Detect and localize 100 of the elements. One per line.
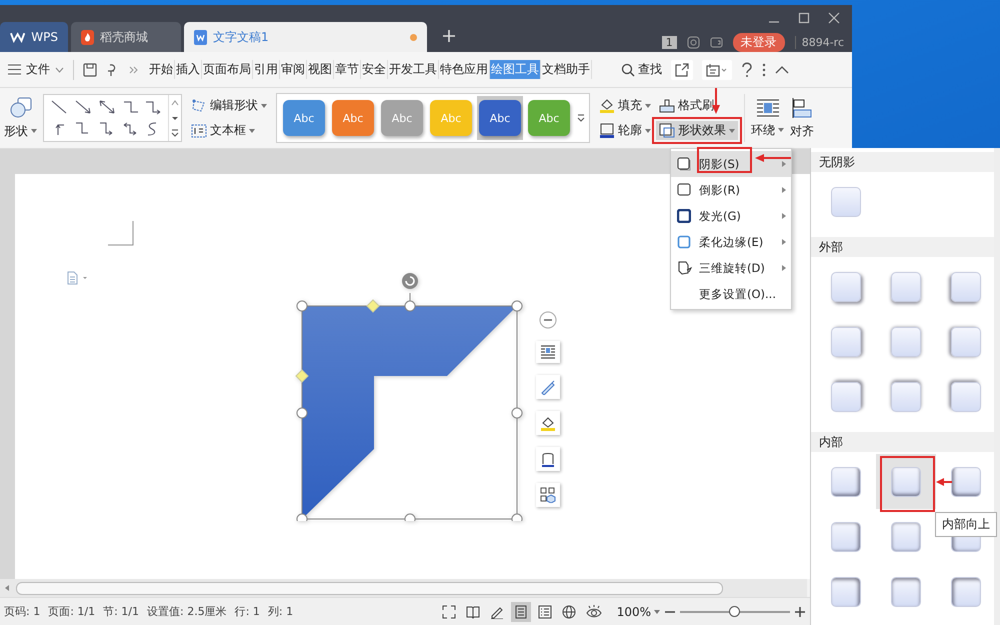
edit-shape-button[interactable]: 编辑形状	[188, 96, 270, 115]
caret-icon	[645, 128, 651, 132]
shape-effects-button[interactable]: 形状效果	[656, 121, 738, 140]
ribbon-tab[interactable]: 页面布局	[202, 60, 253, 79]
align-left-icon	[791, 96, 813, 118]
search-button[interactable]: 查找	[621, 61, 662, 78]
scroll-up-icon[interactable]	[171, 98, 179, 107]
reflection-icon	[677, 183, 691, 197]
submenu-arrow-icon	[782, 213, 786, 219]
ribbon-tab[interactable]: 视图	[307, 60, 334, 79]
window-icon[interactable]	[710, 36, 723, 49]
menu-icon	[8, 64, 21, 75]
collapse-icon[interactable]	[775, 65, 789, 74]
share-icon	[675, 62, 689, 76]
button-label: 形状	[4, 122, 28, 140]
horizontal-scrollbar[interactable]	[0, 579, 807, 597]
align-button[interactable]: 对齐	[790, 96, 814, 140]
menu-item[interactable]: 倒影(R)	[671, 177, 791, 203]
globe-icon	[562, 604, 576, 618]
text-box-icon	[191, 124, 207, 138]
pointer-arrow	[755, 153, 791, 163]
document-icon	[194, 30, 207, 44]
collapse-toolbar-icon[interactable]	[539, 311, 557, 329]
paint-bucket-icon	[599, 98, 615, 113]
button-label: 对齐	[790, 122, 814, 140]
fill-button[interactable]: 填充	[596, 96, 654, 115]
shadow-icon	[677, 157, 691, 171]
ribbon-tab[interactable]: 引用	[253, 60, 280, 79]
submenu-arrow-icon	[782, 265, 786, 271]
submenu-arrow-icon	[782, 187, 786, 193]
document-tab[interactable]: 文字文稿1	[184, 22, 427, 52]
toolbox-button[interactable]	[702, 60, 732, 80]
outline-button[interactable]	[536, 447, 560, 471]
shapes-icon	[8, 96, 32, 118]
more-icon[interactable]	[762, 62, 766, 76]
text-box-button[interactable]: 文本框	[188, 121, 270, 140]
menu-item[interactable]: 更多设置(O)...	[671, 281, 791, 307]
ribbon-tab[interactable]: 文档助手	[541, 60, 592, 79]
zoom-in-icon[interactable]	[794, 606, 806, 618]
ribbon-tab[interactable]: 开始	[148, 60, 175, 79]
menu-item[interactable]: 柔化边缘(E)	[671, 229, 791, 255]
menu-item[interactable]: 发光(G)	[671, 203, 791, 229]
status-text: 行: 1	[234, 604, 261, 619]
ribbon-tab[interactable]: 插入	[175, 60, 202, 79]
search-icon	[621, 62, 635, 76]
expand-gallery-icon[interactable]	[577, 113, 585, 123]
zoom-level-dropdown[interactable]: 100%	[616, 604, 660, 618]
fill-button[interactable]	[536, 411, 560, 435]
outline-button[interactable]: 轮廓	[596, 121, 654, 140]
file-menu[interactable]: 文件	[8, 61, 64, 78]
status-text: 设置值: 2.5厘米	[147, 604, 228, 619]
wps-logo-icon	[10, 31, 26, 43]
ribbon-tab[interactable]: 章节	[334, 60, 361, 79]
submenu-arrow-icon	[782, 161, 786, 167]
user-id: 8894-rc	[794, 36, 844, 49]
close-icon[interactable]	[828, 12, 840, 24]
expand-gallery-icon[interactable]	[171, 129, 179, 138]
pointer-arrow	[936, 477, 952, 487]
save-icon[interactable]	[83, 62, 97, 76]
fullscreen-icon	[442, 604, 456, 618]
edit-points-icon	[191, 98, 207, 112]
chevron-down-icon	[55, 66, 64, 72]
skin-icon[interactable]	[686, 36, 700, 49]
maximize-icon[interactable]	[798, 12, 810, 24]
ribbon-tab[interactable]: 安全	[361, 60, 388, 79]
login-button[interactable]: 未登录	[732, 33, 785, 52]
line-style-button[interactable]	[536, 375, 560, 399]
menu-item[interactable]: 三维旋转(D)	[671, 255, 791, 281]
list-icon	[538, 604, 552, 618]
more-chevron-icon[interactable]	[129, 64, 139, 74]
effects-icon	[659, 123, 675, 138]
scrollbar-thumb[interactable]	[16, 582, 723, 594]
help-icon[interactable]	[741, 62, 753, 78]
pen-icon	[490, 604, 504, 618]
menu-item[interactable]: 阴影(S)	[671, 151, 791, 177]
wrap-button[interactable]: 环绕	[751, 98, 784, 138]
ribbon-tab[interactable]: 开发工具	[388, 60, 439, 79]
scroll-left-icon[interactable]	[4, 584, 10, 592]
ribbon-tab[interactable]: 审阅	[280, 60, 307, 79]
layout-options-button[interactable]	[536, 341, 560, 363]
caret-icon	[654, 610, 660, 614]
shape-style-swatch[interactable]: Abc	[479, 100, 521, 136]
shape-button[interactable]: 形状	[4, 96, 37, 140]
caret-icon	[729, 128, 735, 132]
format-painter-button[interactable]: 格式刷	[656, 96, 738, 115]
status-text: 页面: 1/1	[48, 604, 96, 619]
book-icon	[466, 604, 480, 618]
text-wrap-icon	[756, 98, 780, 118]
document-tab[interactable]: WPS	[0, 22, 68, 52]
new-tab-icon[interactable]	[442, 28, 456, 42]
submenu-arrow-icon	[782, 239, 786, 245]
pen-icon	[540, 379, 556, 395]
slider-thumb[interactable]	[729, 606, 740, 616]
caret-icon	[261, 104, 267, 108]
share-button[interactable]	[671, 60, 693, 80]
document-tab[interactable]: 稻壳商城	[71, 22, 181, 52]
paint-bucket-icon	[540, 415, 556, 431]
more-tools-button[interactable]	[536, 483, 560, 507]
view-mode-button[interactable]	[510, 602, 531, 622]
window-count[interactable]: 1	[662, 36, 677, 49]
